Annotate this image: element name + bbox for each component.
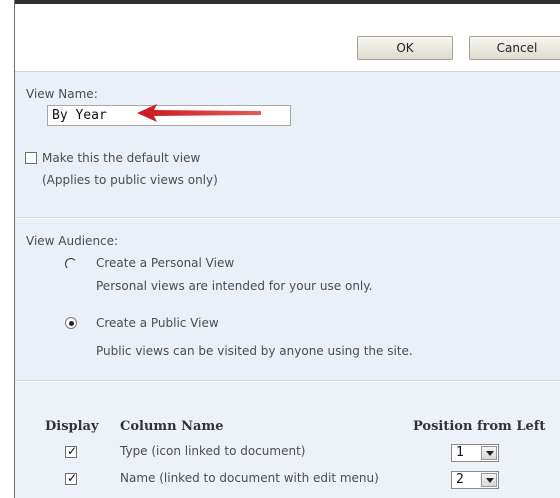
ok-button[interactable]: OK [357,36,453,60]
position-select-name[interactable]: 2 [451,471,499,489]
red-arrow-icon [137,104,261,122]
audience-label: View Audience: [26,234,119,248]
cancel-button[interactable]: Cancel [469,36,560,60]
column-header-position: Position from Left [413,419,546,434]
display-checkbox-type[interactable]: ✓ [65,444,77,458]
column-name-name: Name (linked to document with edit menu) [120,471,379,485]
public-view-label: Create a Public View [96,316,219,330]
view-settings-panel: OK Cancel View Name: By Year Make this t… [14,0,560,498]
position-select-type[interactable]: 1 [451,444,499,462]
chevron-down-icon[interactable] [481,446,497,460]
personal-view-radio[interactable] [65,258,77,270]
column-header-name: Column Name [120,419,224,434]
chevron-down-icon[interactable] [481,473,497,487]
default-view-note: (Applies to public views only) [42,173,218,187]
default-view-checkbox[interactable] [25,152,37,164]
button-bar: OK Cancel [15,4,560,72]
personal-view-label: Create a Personal View [96,256,235,270]
view-name-section: View Name: By Year Make this the default… [15,72,560,218]
position-value: 1 [456,445,464,460]
personal-view-description: Personal views are intended for your use… [96,279,373,293]
position-value: 2 [456,472,464,487]
column-name-type: Type (icon linked to document) [120,444,306,458]
public-view-description: Public views can be visited by anyone us… [96,344,413,358]
view-name-label: View Name: [26,87,98,101]
radio-selected-dot [69,321,74,326]
column-header-display: Display [45,419,99,434]
display-checkbox-name[interactable]: ✓ [65,471,77,485]
columns-section: Display Column Name Position from Left ✓… [15,382,560,498]
audience-section: View Audience: Create a Personal View Pe… [15,219,560,381]
default-view-label: Make this the default view [42,151,201,165]
public-view-radio[interactable] [65,317,77,329]
